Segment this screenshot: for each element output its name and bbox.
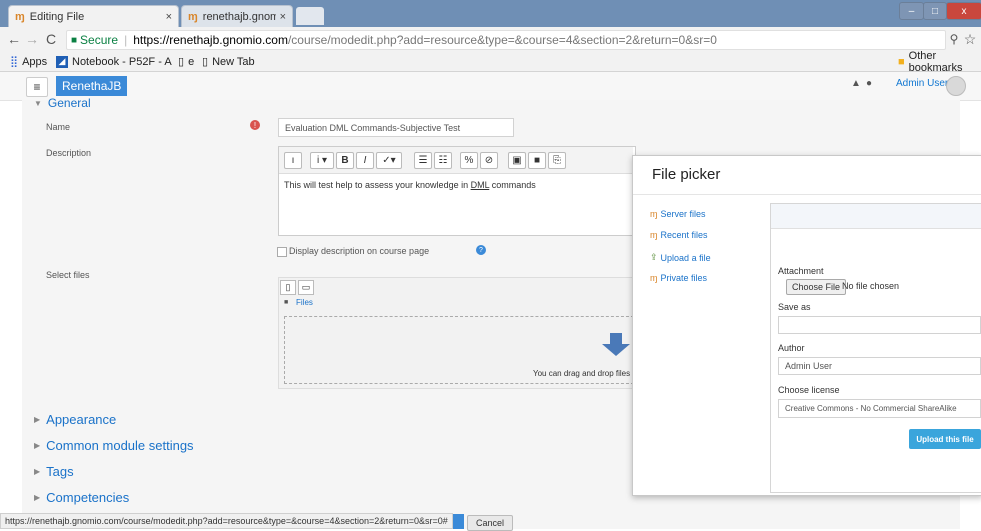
menu-toggle-icon[interactable]: ≡ [26,77,48,97]
ordered-list-button[interactable]: ☷ [434,152,452,169]
name-input[interactable]: Evaluation DML Commands-Subjective Test [278,118,514,137]
lock-icon: ■ [71,34,78,46]
add-file-icon[interactable]: ▯ [280,280,296,295]
new-tab-button[interactable] [296,7,324,25]
notebook-icon: ◢ [56,55,68,68]
save-as-label: Save as [778,302,811,312]
unordered-list-button[interactable]: ☰ [414,152,432,169]
toolbar-toggle-button[interactable]: ı [284,152,302,169]
apps-grid-icon: ⣿ [10,56,19,68]
moodle-icon: ɱ [650,209,658,219]
bell-icon[interactable]: ▲ [851,78,861,89]
select-files-label: Select files [46,270,90,280]
section-competencies[interactable]: ▶ Competencies [34,490,129,505]
section-general[interactable]: ▼ General [34,96,91,110]
bookmark-apps[interactable]: ⣿ Apps [10,54,47,69]
name-label: Name [46,122,71,132]
repo-private-files[interactable]: ɱ Private files [650,273,707,283]
download-arrow-icon [610,333,622,344]
file-picker-title: File picker [652,166,721,183]
description-text[interactable]: This will test help to assess your knowl… [284,180,629,190]
chat-icon[interactable]: ● [866,78,872,89]
repo-recent-files[interactable]: ɱ Recent files [650,230,708,240]
bookmark-e[interactable]: ▯ e [178,54,194,69]
license-label: Choose license [778,385,840,395]
page-icon: ▯ [178,56,185,68]
site-brand[interactable]: RenethaJB [56,76,128,96]
star-icon[interactable]: ☆ [962,30,978,48]
dropzone-text: You can drag and drop files [533,369,631,378]
user-menu[interactable]: Admin User [896,78,948,89]
bold-button[interactable]: B [336,152,354,169]
attachment-label: Attachment [778,266,824,276]
bookmark-new-tab[interactable]: ▯ New Tab [202,54,255,69]
manage-files-button[interactable]: ⎘ [548,152,566,169]
repo-upload-a-file[interactable]: ⇪ Upload a file [650,252,711,263]
moodle-icon: ɱ [650,273,658,283]
media-button[interactable]: ■ [528,152,546,169]
url-input[interactable]: ■ Secure | https://renethajb.gnomio.com /… [66,30,946,50]
link-button[interactable]: % [460,152,478,169]
files-folder-link[interactable]: Files [296,298,313,307]
section-common-module-settings[interactable]: ▶ Common module settings [34,438,194,453]
unlink-button[interactable]: ⊘ [480,152,498,169]
style-button[interactable]: ✓▾ [376,152,402,169]
zoom-icon[interactable]: ⚲ [946,30,962,48]
upload-icon: ⇪ [650,252,658,262]
author-input[interactable]: Admin User [778,357,981,375]
save-button[interactable] [452,514,464,529]
choose-file-button[interactable]: Choose File [786,279,847,295]
caret-right-icon: ▶ [34,467,41,476]
save-as-input[interactable] [778,316,981,334]
display-description-label: Display description on course page [289,246,430,256]
create-folder-icon[interactable]: ▭ [298,280,314,295]
maximize-button[interactable]: □ [923,2,947,20]
description-label: Description [46,148,92,158]
required-icon: ! [250,120,260,130]
url-host: https://renethajb.gnomio.com [133,33,288,47]
caret-down-icon: ▼ [34,98,42,108]
upload-this-file-button[interactable]: Upload this file [909,429,981,449]
moodle-favicon-icon: ɱ [15,10,25,23]
url-path: /course/modedit.php?add=resource&type=&c… [287,33,717,47]
caret-right-icon: ▶ [34,493,41,502]
avatar[interactable] [946,76,966,96]
close-icon[interactable]: × [280,11,286,23]
italic-button[interactable]: I [356,152,374,169]
back-arrow-icon[interactable]: ← [6,30,22,48]
minimize-button[interactable]: – [899,2,924,20]
no-file-chosen-text: No file chosen [842,281,900,291]
picker-content-header [771,204,981,229]
reload-icon[interactable]: C [43,30,59,48]
moodle-icon: ɱ [650,230,658,240]
help-icon[interactable]: ? [476,245,486,255]
bookmark-notebook[interactable]: ◢ Notebook - P52F - A [56,54,172,69]
secure-label: Secure [80,33,119,47]
caret-right-icon: ▶ [34,441,41,450]
tab-title: renethajb.gnomio.com [202,10,276,23]
other-bookmarks[interactable]: ■ Other bookmarks [898,50,981,74]
close-icon[interactable]: × [166,11,172,23]
license-select[interactable]: Creative Commons - No Commercial ShareAl… [778,399,981,418]
section-tags[interactable]: ▶ Tags [34,464,74,479]
section-appearance[interactable]: ▶ Appearance [34,412,116,427]
repo-server-files[interactable]: ɱ Server files [650,209,706,219]
forward-arrow-icon[interactable]: → [24,30,40,48]
author-label: Author [778,343,805,353]
image-button[interactable]: ▣ [508,152,526,169]
moodle-navbar [0,72,981,101]
display-description-checkbox[interactable] [277,247,287,257]
window-close-button[interactable]: x [946,2,981,20]
status-bar-url: https://renethajb.gnomio.com/course/mode… [0,513,453,529]
paragraph-style-button[interactable]: i ▾ [310,152,334,169]
moodle-favicon-icon: ɱ [188,10,198,23]
folder-icon: ■ [284,299,289,306]
page-icon: ▯ [202,56,209,68]
caret-right-icon: ▶ [34,415,41,424]
tab-title: Editing File [29,10,85,23]
folder-icon: ■ [898,55,905,68]
tab-renethajb[interactable]: ɱ renethajb.gnomio.com × [181,5,293,27]
tab-editing-file[interactable]: ɱ Editing File × [8,5,179,27]
